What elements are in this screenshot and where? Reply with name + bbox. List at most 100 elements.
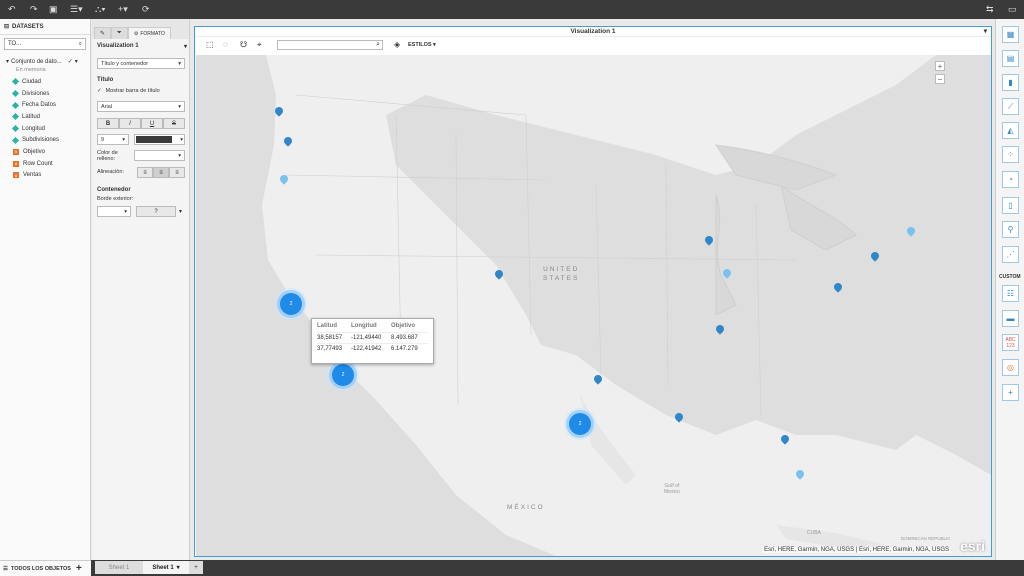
field-label: Objetivo	[23, 148, 46, 155]
checkbox-checked-icon[interactable]: ✓	[97, 88, 102, 94]
combo-chart-icon[interactable]: ▯	[1002, 197, 1019, 214]
tooltip-cell: 8.493.687	[391, 335, 418, 341]
underline-button[interactable]: U	[141, 118, 163, 129]
field-item[interactable]: Subdivisiones	[0, 134, 90, 146]
present-icon[interactable]: ▭	[1008, 4, 1017, 14]
field-item[interactable]: Fecha Datos	[0, 99, 90, 111]
all-objects-footer[interactable]: ☰ TODOS LOS OBJETOS +	[0, 560, 91, 576]
chevron-down-icon[interactable]: ▾	[75, 58, 78, 65]
chevron-down-icon[interactable]: ▾	[984, 27, 987, 37]
redo-icon[interactable]: ↷	[30, 4, 38, 14]
custom-gantt-icon[interactable]: ▬	[1002, 310, 1019, 327]
donut-chart-icon[interactable]: ◎	[1002, 359, 1019, 376]
basemap	[196, 55, 991, 556]
field-item[interactable]: Longitud	[0, 123, 90, 135]
check-icon: ✓	[67, 59, 73, 65]
refresh-icon[interactable]: ⟳	[142, 4, 150, 14]
zoom-out-button[interactable]: −	[935, 74, 945, 84]
field-item[interactable]: # Ventas	[0, 170, 90, 182]
search-icon[interactable]: ⌕	[376, 41, 380, 49]
visualization-icon[interactable]: ⛬▾	[95, 4, 106, 14]
field-item[interactable]: Latitud	[0, 111, 90, 123]
tab-edit[interactable]: ✎	[94, 27, 112, 39]
pivot-table-icon[interactable]: ▤	[1002, 50, 1019, 67]
map-cluster[interactable]: 2	[569, 413, 591, 435]
add-icon[interactable]: +▾	[118, 4, 128, 14]
field-item[interactable]: # Row Count	[0, 158, 90, 170]
section-select[interactable]: Título y contenedor ▾	[97, 58, 185, 69]
fill-label: Color de relleno:	[97, 150, 118, 162]
dataset-selector[interactable]: TO... ⌕	[4, 38, 86, 50]
font-size-select[interactable]: 9 ▾	[97, 134, 129, 145]
fill-color-select[interactable]: ▾	[134, 150, 185, 161]
field-item[interactable]: # Objetivo	[0, 146, 90, 158]
align-right-button[interactable]: ≡	[169, 167, 185, 178]
text-field-icon	[11, 78, 20, 86]
map-chart-icon[interactable]: ⚲	[1002, 221, 1019, 238]
clear-selection-icon[interactable]: ⌖	[257, 40, 262, 50]
text-widget-icon[interactable]: ABC 123	[1002, 334, 1019, 351]
tooltip-cell: -121,49440	[351, 335, 382, 341]
field-label: Row Count	[23, 160, 53, 167]
layers-icon[interactable]: ◈	[394, 40, 400, 49]
chevron-down-icon[interactable]: ▾	[177, 564, 180, 571]
sheet-tab[interactable]: Sheet 1	[95, 561, 143, 574]
map-view[interactable]: UNITED STATES MÉXICO Gulf of Mexico CUBA…	[196, 55, 991, 556]
bold-button[interactable]: B	[97, 118, 119, 129]
map-cluster[interactable]: 2	[280, 293, 302, 315]
align-left-button[interactable]: ≡	[137, 167, 153, 178]
tooltip-cell: 6.147.279	[391, 346, 418, 352]
bar-chart-icon[interactable]: ▮	[1002, 74, 1019, 91]
tooltip-cell: 37,77493	[317, 346, 343, 352]
field-item[interactable]: Divisiones	[0, 88, 90, 100]
chevron-down-icon: ▾	[183, 44, 187, 50]
title-heading: Título	[97, 77, 114, 83]
area-chart-icon[interactable]: ◭	[1002, 122, 1019, 139]
scatter-chart-icon[interactable]: ⁘	[1002, 146, 1019, 163]
search-icon[interactable]: ⌕	[79, 41, 82, 48]
align-center-button[interactable]: ≡	[153, 167, 169, 178]
collapse-icon[interactable]: ▾	[6, 58, 9, 65]
pie-chart-icon[interactable]: ◔	[1002, 171, 1019, 188]
add-data-icon[interactable]: ☰▾	[70, 4, 83, 14]
dataset-item[interactable]: ▾ Conjunto de dato... ✓ ▾	[0, 56, 90, 67]
italic-button[interactable]: I	[119, 118, 141, 129]
viz-name-row[interactable]: Visualization 1 ▾	[97, 43, 187, 50]
styles-button[interactable]: ESTILOS ▾	[408, 42, 436, 48]
undo-icon[interactable]: ↶	[8, 4, 16, 14]
field-item[interactable]: Ciudad	[0, 76, 90, 88]
viz-title-bar[interactable]: Visualization 1 ▾	[195, 27, 991, 37]
lasso-select-icon[interactable]: ☋	[240, 40, 247, 49]
tooltip-cell: 38,58157	[317, 335, 343, 341]
map-search-input[interactable]: ⌕	[277, 40, 383, 50]
add-sheet-button[interactable]: +	[189, 561, 203, 574]
share-icon[interactable]: ⇆	[986, 4, 994, 14]
rect-select-icon[interactable]: ⬚	[206, 40, 214, 49]
map-toolbar: ⬚ ◌ ☋ ⌖ ⌕ ◈ ESTILOS ▾	[195, 37, 991, 54]
chevron-down-icon: ▾	[122, 136, 125, 143]
map-cluster[interactable]: 2	[332, 364, 354, 386]
border-style-button[interactable]: ?	[136, 206, 176, 217]
line-chart-icon[interactable]: ⟋	[1002, 98, 1019, 115]
tab-format[interactable]: ⚙ FORMATO	[127, 27, 171, 39]
sheet-tabs-bar: Sheet 1 Sheet 1 ▾ +	[91, 560, 1024, 576]
tooltip-col-longitude: Longitud	[351, 323, 377, 329]
datasets-panel: ⊟ DATASETS TO... ⌕ ▾ Conjunto de dato...…	[0, 19, 91, 560]
font-select[interactable]: Arial ▾	[97, 101, 185, 112]
add-chart-icon[interactable]: +	[1002, 384, 1019, 401]
strike-button[interactable]: S	[163, 118, 185, 129]
chevron-down-icon[interactable]: ▾	[176, 206, 185, 217]
tab-filter[interactable]: ⏷	[111, 27, 128, 39]
add-icon[interactable]: +	[76, 563, 82, 574]
circle-select-icon[interactable]: ◌	[223, 40, 228, 49]
table-icon[interactable]: ▦	[1002, 26, 1019, 43]
save-icon[interactable]: ▣	[49, 4, 58, 14]
custom-list-icon[interactable]: ☷	[1002, 285, 1019, 302]
show-title-row[interactable]: ✓ Mostrar barra de título	[97, 88, 160, 94]
border-select[interactable]: ▾	[97, 206, 131, 217]
network-chart-icon[interactable]: ⋰	[1002, 246, 1019, 263]
sheet-tab-active[interactable]: Sheet 1 ▾	[143, 561, 189, 574]
font-color-select[interactable]: ▾	[134, 134, 185, 145]
tooltip-col-target: Objetivo	[391, 323, 416, 329]
zoom-in-button[interactable]: +	[935, 61, 945, 71]
